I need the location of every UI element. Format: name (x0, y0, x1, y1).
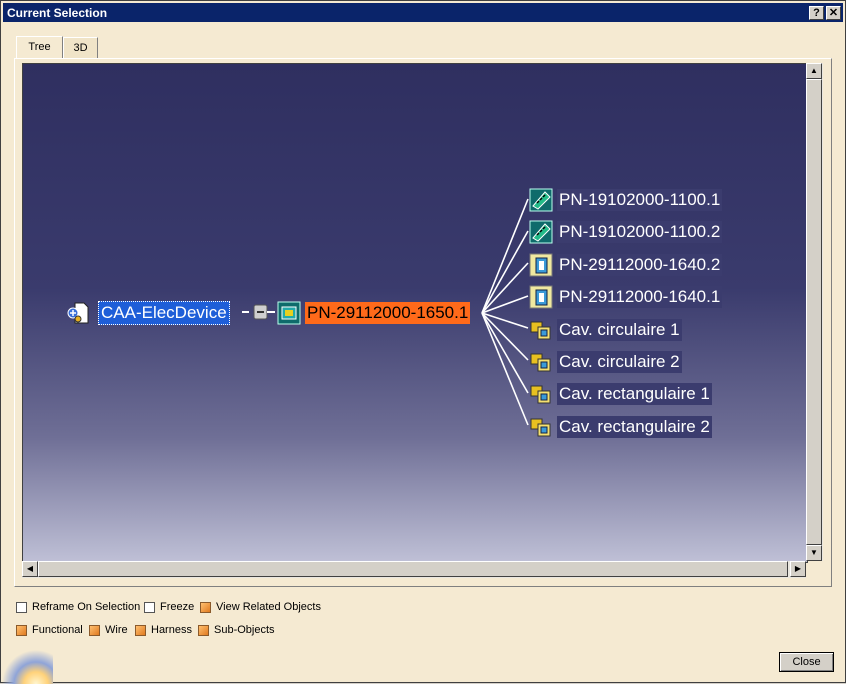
window-title: Current Selection (7, 6, 108, 20)
tree-node-child[interactable]: PN-29112000-1640.1 (557, 286, 723, 308)
app-logo-icon (1, 649, 53, 684)
functional-label: Functional (32, 624, 83, 636)
tree-node-root[interactable]: CAA-ElecDevice (98, 301, 230, 325)
cavity-icon (529, 415, 551, 437)
scroll-down-button[interactable]: ▼ (806, 545, 822, 561)
vertical-scroll-thumb[interactable] (806, 79, 822, 545)
functional-checkbox[interactable] (16, 625, 27, 636)
tree-viewport[interactable]: CAA-ElecDevice PN-29112000-1650.1 PN-191… (22, 63, 808, 563)
close-button[interactable]: Close (779, 652, 834, 672)
cavity-icon (529, 350, 551, 372)
sub-objects-checkbox[interactable] (198, 625, 209, 636)
connector-icon (529, 220, 553, 244)
tab-3d[interactable]: 3D (63, 37, 98, 59)
vertical-scrollbar[interactable]: ▲ ▼ (806, 63, 823, 561)
wire-checkbox[interactable] (89, 625, 100, 636)
contact-part-icon (529, 253, 553, 277)
connector-part-icon (277, 301, 301, 325)
tree-node-selected[interactable]: PN-29112000-1650.1 (305, 302, 471, 324)
tree-node-child[interactable]: Cav. circulaire 2 (557, 351, 682, 373)
connector-icon (529, 188, 553, 212)
current-selection-dialog: Current Selection ? ✕ Tree 3D CAA-ElecDe… (0, 0, 846, 684)
scroll-up-button[interactable]: ▲ (806, 63, 822, 79)
tree-node-child[interactable]: Cav. circulaire 1 (557, 319, 682, 341)
view-related-label: View Related Objects (216, 601, 321, 613)
help-button[interactable]: ? (809, 6, 824, 20)
horizontal-scrollbar[interactable]: ◀ ▶ (22, 561, 806, 578)
view-related-checkbox[interactable] (200, 602, 211, 613)
tree-node-child[interactable]: PN-29112000-1640.2 (557, 254, 723, 276)
electrical-device-icon (66, 301, 89, 324)
tree-node-child[interactable]: Cav. rectangulaire 2 (557, 416, 712, 438)
harness-label: Harness (151, 624, 192, 636)
wire-label: Wire (105, 624, 128, 636)
freeze-checkbox[interactable] (144, 602, 155, 613)
reframe-checkbox[interactable] (16, 602, 27, 613)
close-window-button[interactable]: ✕ (826, 6, 841, 20)
tree-node-child[interactable]: Cav. rectangulaire 1 (557, 383, 712, 405)
title-bar: Current Selection ? ✕ (3, 3, 843, 22)
cavity-icon (529, 318, 551, 340)
contact-part-icon (529, 285, 553, 309)
tree-node-child[interactable]: PN-19102000-1100.1 (557, 189, 723, 211)
sub-objects-label: Sub-Objects (214, 624, 275, 636)
harness-checkbox[interactable] (135, 625, 146, 636)
tab-tree[interactable]: Tree (16, 36, 63, 59)
scroll-right-button[interactable]: ▶ (790, 561, 806, 577)
scroll-left-button[interactable]: ◀ (22, 561, 38, 577)
tree-node-child[interactable]: PN-19102000-1100.2 (557, 221, 723, 243)
freeze-label: Freeze (160, 601, 195, 613)
horizontal-scroll-thumb[interactable] (38, 561, 788, 577)
cavity-icon (529, 382, 551, 404)
reframe-label: Reframe On Selection (32, 601, 141, 613)
